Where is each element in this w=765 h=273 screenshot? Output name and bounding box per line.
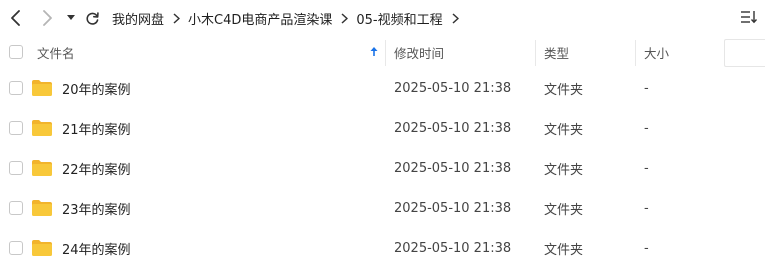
breadcrumb-item-current[interactable]: 05-视频和工程 [356,9,442,28]
folder-icon [32,200,52,216]
file-name[interactable]: 21年的案例 [62,108,131,148]
row-checkbox[interactable] [9,161,23,175]
file-name[interactable]: 20年的案例 [62,68,131,108]
table-header: 文件名 修改时间 类型 大小 [0,36,765,68]
navigation-bar: 我的网盘 小木C4D电商产品渲染课 05-视频和工程 [0,0,765,36]
column-options-area[interactable] [724,39,765,67]
history-dropdown-button[interactable] [64,8,78,28]
file-size: - [644,80,649,96]
row-checkbox[interactable] [9,241,23,255]
refresh-button[interactable] [82,8,102,28]
file-name[interactable]: 22年的案例 [62,148,131,188]
file-size: - [644,240,649,256]
refresh-icon [85,11,99,25]
table-row[interactable]: 24年的案例 2025-05-10 21:38 文件夹 - [0,228,765,268]
breadcrumb-chevron-icon[interactable] [452,12,459,24]
view-mode-icon [741,11,758,24]
breadcrumb-chevron-icon [173,12,180,24]
breadcrumb-chevron-icon [341,12,349,24]
file-name[interactable]: 24年的案例 [62,228,131,268]
column-header-modified-label: 修改时间 [394,45,445,61]
folder-icon [32,80,52,96]
file-type: 文件夹 [544,202,584,218]
column-header-size[interactable]: 大小 [644,36,669,68]
file-type: 文件夹 [544,82,584,98]
table-row[interactable]: 22年的案例 2025-05-10 21:38 文件夹 - [0,148,765,188]
column-header-type[interactable]: 类型 [544,36,569,68]
column-header-size-label: 大小 [644,45,670,61]
folder-icon [32,240,52,256]
file-name[interactable]: 23年的案例 [62,188,131,228]
file-size: - [644,160,649,176]
column-header-modified[interactable]: 修改时间 [394,36,444,68]
table-row[interactable]: 23年的案例 2025-05-10 21:38 文件夹 - [0,188,765,228]
table-row[interactable]: 21年的案例 2025-05-10 21:38 文件夹 - [0,108,765,148]
file-modified: 2025-05-10 21:38 [394,200,512,216]
history-dropdown-icon [67,15,75,20]
file-modified: 2025-05-10 21:38 [394,80,512,96]
file-type: 文件夹 [544,122,584,138]
view-mode-button[interactable] [740,9,758,29]
select-all-checkbox[interactable] [9,45,23,59]
folder-icon [32,160,52,176]
forward-arrow-icon [43,10,52,26]
sort-asc-indicator[interactable] [370,36,378,68]
column-header-name[interactable]: 文件名 [37,36,382,68]
file-modified: 2025-05-10 21:38 [394,160,512,176]
file-modified: 2025-05-10 21:38 [394,240,512,256]
column-header-type-label: 类型 [544,45,570,61]
breadcrumb: 我的网盘 小木C4D电商产品渲染课 05-视频和工程 [112,0,467,36]
back-button[interactable] [6,8,26,28]
column-divider[interactable] [635,40,636,66]
file-modified: 2025-05-10 21:38 [394,120,512,136]
column-header-name-label: 文件名 [37,45,75,61]
sort-asc-icon [370,47,378,56]
row-checkbox[interactable] [9,81,23,95]
file-type: 文件夹 [544,162,584,178]
file-size: - [644,120,649,136]
breadcrumb-item-course[interactable]: 小木C4D电商产品渲染课 [188,9,332,28]
folder-icon [32,120,52,136]
table-row[interactable]: 20年的案例 2025-05-10 21:38 文件夹 - [0,68,765,108]
column-divider[interactable] [385,40,386,66]
forward-button[interactable] [37,8,57,28]
file-size: - [644,200,649,216]
breadcrumb-item-root[interactable]: 我的网盘 [112,9,164,28]
row-checkbox[interactable] [9,121,23,135]
back-arrow-icon [11,10,20,26]
file-type: 文件夹 [544,242,584,258]
column-divider[interactable] [535,40,536,66]
row-checkbox[interactable] [9,201,23,215]
